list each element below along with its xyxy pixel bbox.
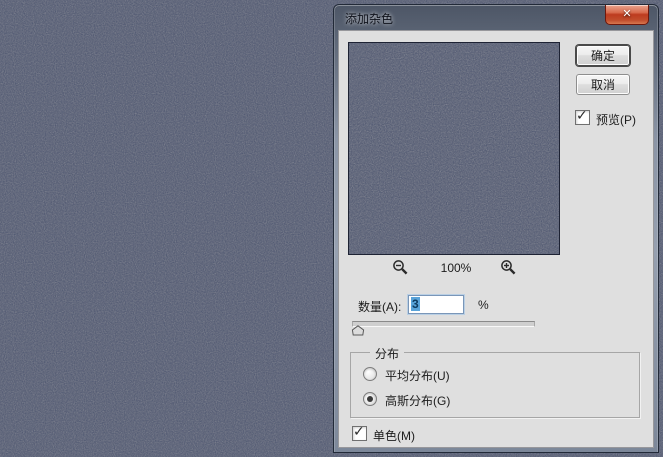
zoom-in-icon [500, 259, 517, 276]
preview-checkbox-label: 预览(P) [596, 111, 636, 128]
preview-noise-image [349, 43, 559, 254]
dialog-body: 100% 数量(A): 3 % [338, 30, 654, 448]
distribution-legend: 分布 [370, 345, 404, 362]
close-button[interactable]: ✕ [605, 5, 649, 25]
amount-slider-track[interactable] [352, 321, 535, 327]
check-icon: ✓ [353, 424, 365, 438]
amount-input[interactable]: 3 [408, 295, 464, 314]
zoom-level-value: 100% [426, 261, 486, 275]
check-icon: ✓ [576, 108, 588, 122]
ok-button[interactable]: 确定 [576, 45, 630, 66]
amount-slider-thumb[interactable] [351, 325, 365, 336]
radio-uniform-icon[interactable] [363, 367, 377, 381]
zoom-out-icon [392, 259, 409, 276]
dialog-title: 添加杂色 [345, 10, 393, 27]
radio-gaussian-icon[interactable] [363, 392, 377, 406]
dialog-titlebar[interactable]: 添加杂色 ✕ [334, 5, 658, 30]
amount-value: 3 [411, 297, 420, 311]
close-icon: ✕ [622, 8, 631, 20]
zoom-in-button[interactable] [500, 259, 517, 276]
preview-checkbox[interactable]: ✓ [575, 110, 590, 125]
monochromatic-label: 单色(M) [373, 427, 415, 444]
photoshop-canvas-area: 添加杂色 ✕ [0, 0, 663, 457]
amount-unit-label: % [478, 298, 489, 312]
amount-slider[interactable] [352, 319, 533, 334]
radio-uniform-label: 平均分布(U) [385, 367, 450, 384]
zoom-out-button[interactable] [392, 259, 409, 276]
noise-preview-thumbnail[interactable] [348, 42, 560, 255]
monochromatic-checkbox[interactable]: ✓ [352, 426, 367, 441]
amount-label: 数量(A): [358, 298, 401, 315]
distribution-groupbox: 分布 平均分布(U) 高斯分布(G) [350, 352, 640, 418]
preview-zoom-controls: 100% [348, 259, 558, 277]
add-noise-dialog: 添加杂色 ✕ [333, 4, 659, 453]
radio-gaussian-label: 高斯分布(G) [385, 392, 450, 409]
cancel-button[interactable]: 取消 [576, 74, 630, 95]
